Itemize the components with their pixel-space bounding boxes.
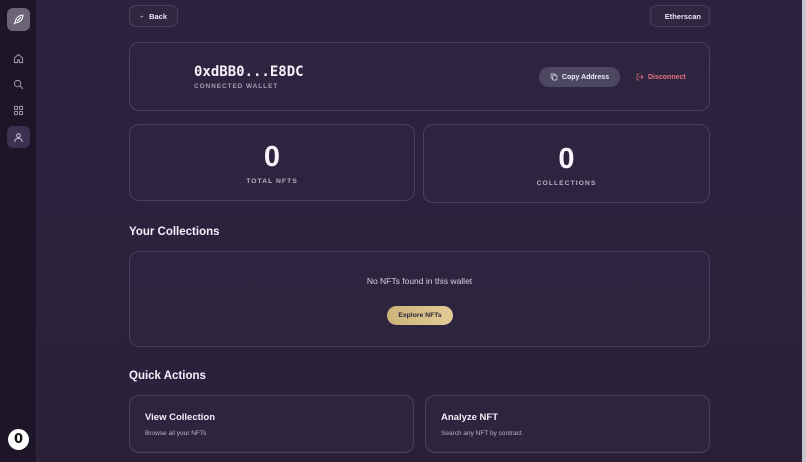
quick-action-subtitle: Search any NFT by contract <box>441 430 522 437</box>
disconnect-button[interactable]: Disconnect <box>636 67 686 87</box>
quick-action-subtitle: Browse all your NFTs <box>145 430 207 437</box>
copy-address-label: Copy Address <box>561 73 610 81</box>
stat-card-total-nfts: 0 TOTAL NFTS <box>129 124 415 201</box>
back-button[interactable]: Back <box>129 5 178 27</box>
feather-icon <box>13 14 24 25</box>
home-icon <box>13 53 24 63</box>
search-icon <box>13 79 24 89</box>
arrow-left-icon <box>140 14 144 18</box>
app-logo[interactable] <box>7 8 30 31</box>
main-content: Back Etherscan 0xdBB0...E8DC CONNECTED W… <box>37 0 806 462</box>
status-badge[interactable]: 0 <box>8 429 29 450</box>
stat-value: 0 <box>558 143 575 175</box>
sidebar-item-home[interactable] <box>7 47 30 69</box>
quick-action-title: View Collection <box>145 412 216 423</box>
sidebar: 0 <box>0 0 37 462</box>
stat-value: 0 <box>263 141 281 173</box>
wallet-address: 0xdBB0...E8DC <box>194 64 304 80</box>
quick-actions-title: Quick Actions <box>129 370 206 382</box>
stat-card-collections: 0 COLLECTIONS <box>423 124 710 203</box>
disconnect-label: Disconnect <box>648 73 686 81</box>
etherscan-button-label: Etherscan <box>664 11 701 21</box>
stat-label: TOTAL NFTS <box>246 178 298 185</box>
sidebar-item-profile[interactable] <box>7 126 30 148</box>
quick-action-analyze-nft[interactable]: Analyze NFT Search any NFT by contract <box>425 395 710 453</box>
stat-label: COLLECTIONS <box>536 180 597 187</box>
logout-icon <box>636 73 644 81</box>
etherscan-button[interactable]: Etherscan <box>650 5 710 27</box>
ethereum-icon <box>659 15 660 17</box>
sidebar-item-grid[interactable] <box>7 99 30 121</box>
copy-icon <box>550 73 558 81</box>
grid-icon <box>13 105 24 115</box>
scrollbar[interactable] <box>802 0 806 462</box>
sidebar-item-search[interactable] <box>7 73 30 95</box>
empty-state-text: No NFTs found in this wallet <box>366 276 473 286</box>
wallet-subtitle: CONNECTED WALLET <box>194 83 279 90</box>
collections-empty-card: No NFTs found in this wallet Explore NFT… <box>129 251 710 347</box>
explore-nfts-button[interactable]: Explore NFTs <box>387 306 453 325</box>
user-icon <box>14 132 23 142</box>
back-button-label: Back <box>149 11 167 21</box>
quick-action-title: Analyze NFT <box>441 412 499 423</box>
collections-title: Your Collections <box>129 226 220 238</box>
copy-address-button[interactable]: Copy Address <box>539 67 620 87</box>
quick-action-view-collection[interactable]: View Collection Browse all your NFTs <box>129 395 414 453</box>
wallet-card: 0xdBB0...E8DC CONNECTED WALLET Copy Addr… <box>129 42 710 111</box>
